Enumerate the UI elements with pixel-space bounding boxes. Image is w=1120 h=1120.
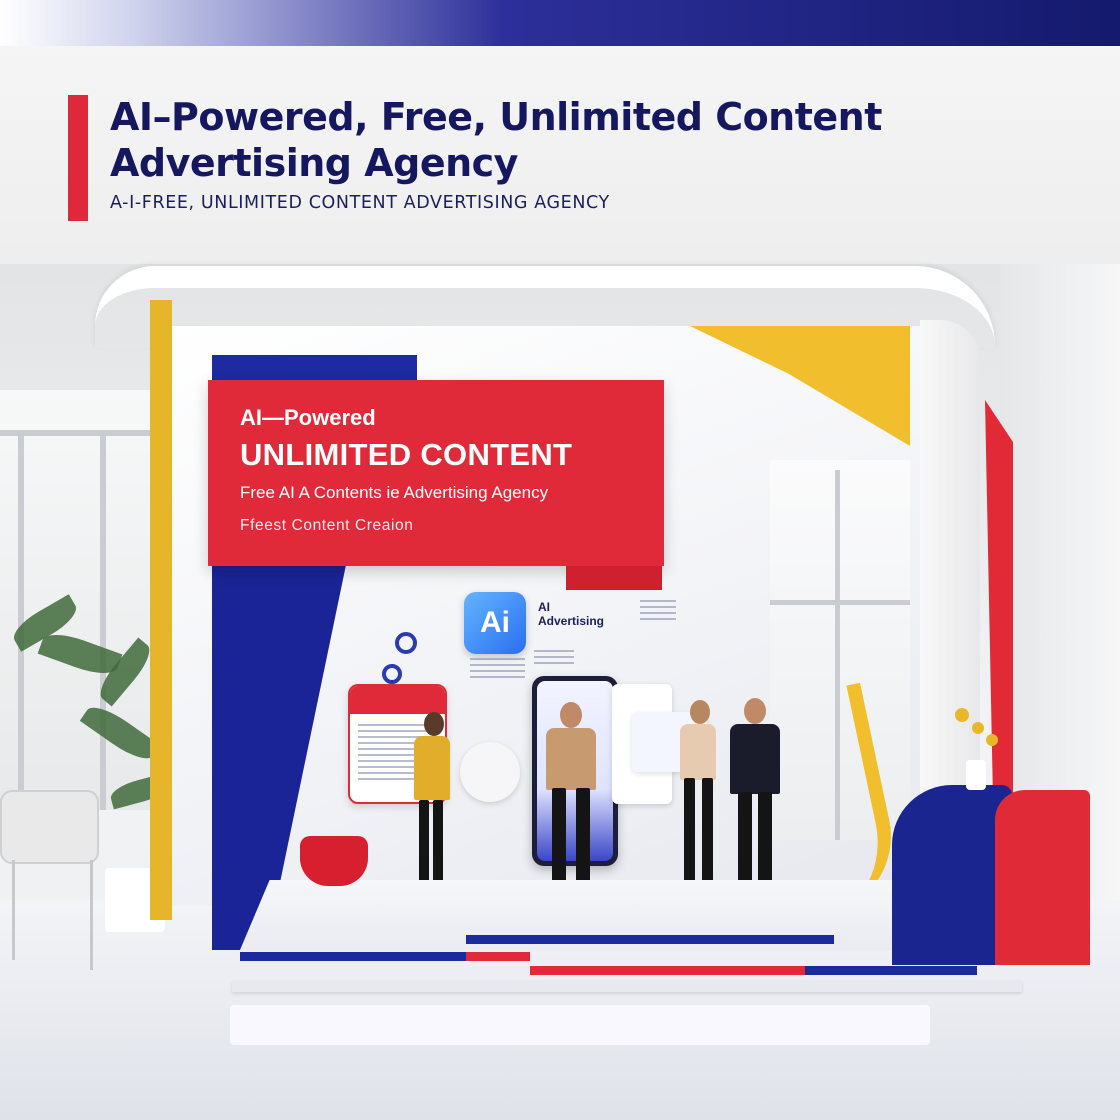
- ai-logo-caption: Advertising: [538, 614, 605, 628]
- left-window-mullion: [100, 430, 106, 810]
- stage-stripe-red: [530, 966, 805, 975]
- person-torso: [730, 724, 780, 794]
- flower-vase: [966, 760, 986, 790]
- person-man-center: [560, 702, 582, 728]
- page-title-line1: AI–Powered, Free, Unlimited Content: [110, 95, 882, 139]
- floor-light-strip: [230, 1005, 930, 1045]
- promo-banner-tab: [566, 566, 662, 590]
- chair-leg: [12, 860, 15, 960]
- person-woman-beige: [690, 700, 710, 724]
- page-title: AI–Powered, Free, Unlimited Content Adve…: [110, 94, 1070, 186]
- person-torso: [414, 736, 450, 800]
- person-leg: [419, 800, 429, 886]
- stage-stripe-blue: [466, 935, 834, 944]
- person-woman-yellow: [424, 712, 444, 736]
- banner-heading: UNLIMITED CONTENT: [240, 437, 573, 472]
- left-window-mullion: [18, 430, 24, 810]
- stage-stripe-blue: [805, 966, 977, 975]
- red-sofa: [995, 790, 1090, 965]
- person-leg: [702, 778, 713, 888]
- ai-logo-caption: AI: [538, 600, 550, 614]
- person-torso: [680, 724, 716, 780]
- header-accent-bar: [68, 95, 88, 221]
- stage-stripe-red: [466, 952, 530, 961]
- ring-icon: [395, 632, 417, 654]
- left-window-transom: [0, 430, 150, 436]
- banner-tagline: AI—Powered: [240, 405, 376, 430]
- content-card-header: [350, 686, 445, 714]
- google-style-bubble: [460, 742, 520, 802]
- blue-sofa: [892, 785, 1012, 965]
- ring-icon: [382, 664, 402, 684]
- red-chair-prop: [300, 836, 368, 886]
- page-subtitle: A-I-FREE, UNLIMITED CONTENT ADVERTISING …: [110, 193, 610, 213]
- banner-subheading: Free AI A Contents ie Advertising Agency: [240, 483, 549, 502]
- yellow-flower: [955, 708, 969, 722]
- booth-window-transom: [770, 600, 910, 605]
- person-leg: [684, 778, 695, 888]
- yellow-flower: [972, 722, 984, 734]
- floating-note: [640, 600, 676, 624]
- person-man-suit: [744, 698, 766, 724]
- page-title-line2: Advertising Agency: [110, 141, 518, 185]
- top-gradient-bar: [0, 0, 1120, 46]
- lounge-chair: [0, 790, 99, 864]
- yellow-flower: [986, 734, 998, 746]
- ai-logo-fine-print: [470, 658, 525, 680]
- booth-left-post: [150, 300, 172, 920]
- ai-logo-fine-print: [534, 650, 574, 668]
- person-torso: [546, 728, 596, 790]
- chair-leg: [90, 860, 93, 970]
- banner-caption: Ffeest Content Creaion: [240, 517, 414, 534]
- ai-logo-icon: Ai: [464, 592, 526, 654]
- stage-stripe-blue: [240, 952, 468, 961]
- stage-front-edge: [232, 980, 1022, 992]
- person-leg: [433, 800, 443, 886]
